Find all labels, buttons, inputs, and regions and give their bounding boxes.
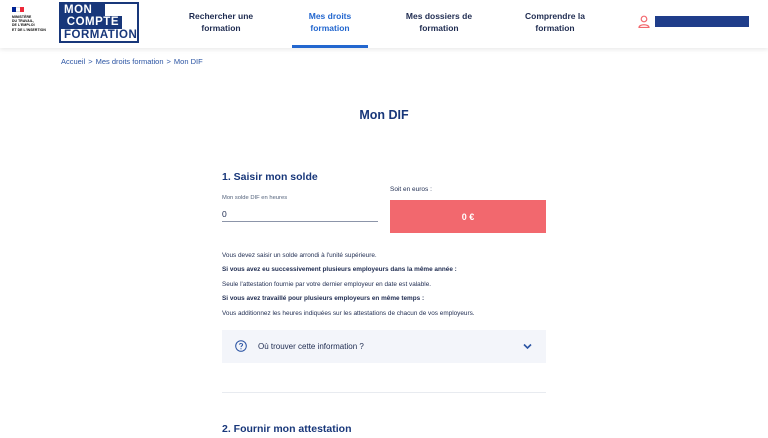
- accordion-ou-trouver[interactable]: Où trouver cette information ?: [222, 330, 546, 363]
- solde-dif-input[interactable]: [222, 206, 378, 222]
- logo-line: FORMATION: [64, 28, 138, 41]
- user-icon[interactable]: [638, 15, 650, 28]
- section-title-fournir-attestation: 2. Fournir mon attestation: [222, 423, 352, 435]
- nav-label: Comprendre la: [525, 11, 585, 21]
- nav-label: Mes dossiers de: [405, 11, 473, 21]
- breadcrumb-accueil[interactable]: Accueil: [61, 57, 85, 66]
- active-nav-indicator: [292, 45, 368, 48]
- breadcrumb-current: Mon DIF: [173, 57, 203, 66]
- nav-mes-dossiers-formation[interactable]: Mes dossiers de formation: [403, 10, 475, 34]
- breadcrumb: Accueil > Mes droits formation > Mon DIF: [61, 57, 203, 66]
- section-divider: [222, 392, 546, 393]
- logo-line: COMPTE: [61, 16, 122, 29]
- nav-rechercher-formation[interactable]: Rechercher une formation: [187, 10, 255, 34]
- nav-label: formation: [535, 23, 575, 33]
- info-line: Si vous avez travaillé pour plusieurs em…: [222, 295, 425, 302]
- nav-mes-droits-formation[interactable]: Mes droits formation: [296, 10, 364, 34]
- nav-label: formation: [419, 23, 459, 33]
- nav-comprendre-formation[interactable]: Comprendre la formation: [521, 10, 589, 34]
- euro-label: Soit en euros :: [390, 186, 432, 193]
- nav-label: formation: [201, 23, 241, 33]
- nav-label: formation: [310, 23, 350, 33]
- question-circle-icon: [235, 340, 247, 352]
- info-line: Seule l'attestation fournie par votre de…: [222, 281, 432, 288]
- euro-value-box: 0 €: [390, 200, 546, 233]
- info-line: Vous additionnez les heures indiquées su…: [222, 310, 475, 317]
- logo-line: MON: [61, 4, 105, 17]
- breadcrumb-mes-droits[interactable]: Mes droits formation: [96, 57, 164, 66]
- ministry-block: MINISTÈRE DU TRAVAIL, DE L'EMPLOI ET DE …: [12, 7, 52, 32]
- info-line: Vous devez saisir un solde arrondi à l'u…: [222, 252, 377, 259]
- info-line: Si vous avez eu successivement plusieurs…: [222, 266, 457, 273]
- nav-label: Mes droits: [308, 11, 352, 21]
- ministry-name: MINISTÈRE DU TRAVAIL, DE L'EMPLOI ET DE …: [12, 15, 52, 32]
- user-account-button[interactable]: [655, 16, 749, 27]
- breadcrumb-separator: >: [166, 57, 171, 66]
- ministry-line: ET DE L'INSERTION: [12, 27, 46, 32]
- section-title-saisir-solde: 1. Saisir mon solde: [222, 171, 318, 183]
- nav-label: Rechercher une: [188, 11, 254, 21]
- site-header: MINISTÈRE DU TRAVAIL, DE L'EMPLOI ET DE …: [0, 0, 768, 48]
- breadcrumb-separator: >: [88, 57, 93, 66]
- chevron-down-icon: [523, 343, 532, 350]
- french-flag-icon: [12, 7, 24, 12]
- page-title: Mon DIF: [359, 108, 409, 122]
- solde-input-label: Mon solde DIF en heures: [222, 195, 288, 201]
- accordion-label: Où trouver cette information ?: [258, 342, 364, 351]
- mon-compte-formation-logo[interactable]: MON COMPTE FORMATION: [59, 2, 139, 43]
